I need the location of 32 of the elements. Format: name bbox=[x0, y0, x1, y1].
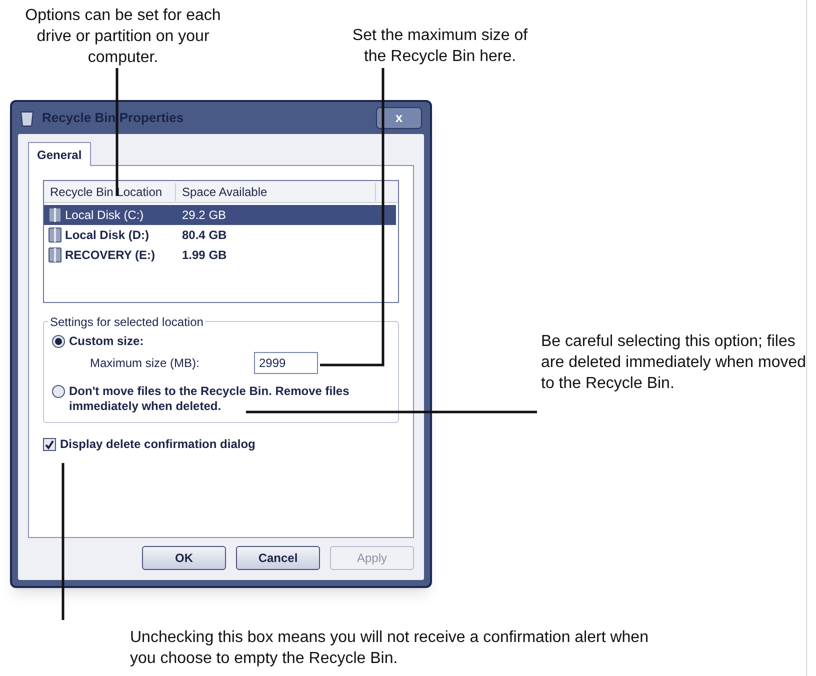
size-field[interactable]: 2999 bbox=[254, 352, 318, 374]
drive-row[interactable]: Local Disk (D:) 80.4 GB bbox=[44, 225, 398, 245]
callout-text: Be careful selecting this option; files are deleted immediately when moved to the Recycle Bin. bbox=[541, 332, 808, 394]
radio-label: Custom size: bbox=[69, 333, 144, 350]
drive-icon bbox=[48, 207, 62, 223]
column-header[interactable]: Space Available bbox=[176, 182, 376, 200]
drive-icon bbox=[48, 247, 62, 263]
close-button[interactable]: x bbox=[376, 107, 422, 129]
table-cell-text: Local Disk (C:) bbox=[65, 207, 144, 224]
window-title: Recycle Bin Properties bbox=[42, 109, 185, 128]
field-label: Maximum size (MB): bbox=[90, 355, 200, 372]
callout-text: Unchecking this box means you will not receive a confirmation alert when you choose to empty the Recycle Bin. bbox=[130, 628, 650, 669]
radio-button[interactable] bbox=[52, 385, 65, 398]
drive-icon bbox=[48, 227, 62, 243]
table-cell-text: Local Disk (D:) bbox=[65, 227, 150, 244]
drive-row[interactable]: Local Disk (C:) 29.2 GB bbox=[44, 205, 396, 225]
checkbox[interactable] bbox=[43, 438, 56, 450]
dialog-button[interactable]: Cancel bbox=[236, 546, 320, 570]
table-cell-text: RECOVERY (E:) bbox=[65, 247, 156, 264]
tab[interactable]: General bbox=[28, 142, 91, 166]
table-cell-text: 1.99 GB bbox=[181, 247, 228, 264]
column-header[interactable]: Recycle Bin Location bbox=[44, 182, 176, 200]
table-cell-text: 29.2 GB bbox=[181, 207, 228, 224]
checkbox-label: Display delete confirmation dialog bbox=[60, 436, 256, 453]
callout-text: Set the maximum size of the Recycle Bin here. bbox=[351, 26, 529, 67]
drive-row[interactable]: RECOVERY (E:) 1.99 GB bbox=[44, 245, 398, 265]
recycle-bin-icon bbox=[20, 109, 34, 127]
dialog-button[interactable]: OK bbox=[142, 546, 226, 570]
table-cell-text: 80.4 GB bbox=[181, 227, 228, 244]
callout-text: Options can be set for each drive or partition on your computer. bbox=[24, 6, 222, 68]
radio-label: Don't move files to the Recycle Bin. Remove files immediately when deleted. bbox=[69, 384, 350, 414]
radio-button[interactable] bbox=[52, 335, 65, 348]
